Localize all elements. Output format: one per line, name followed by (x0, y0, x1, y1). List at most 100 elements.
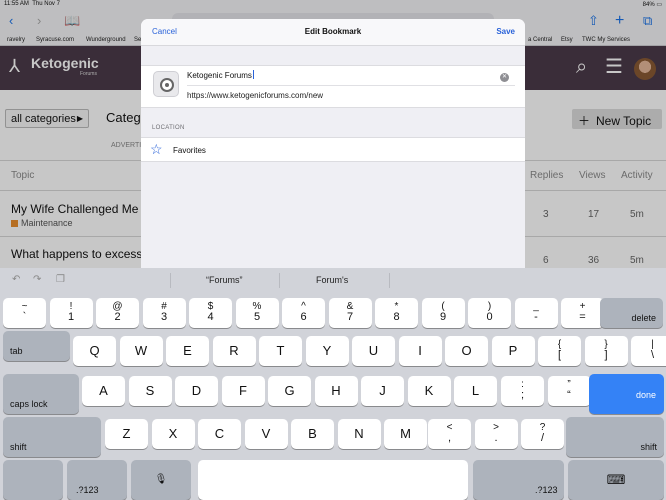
key-p[interactable]: P (491, 336, 535, 366)
key-0[interactable]: ) 0 (468, 298, 511, 328)
new-topic-button[interactable]: ＋ New Topic (572, 109, 662, 129)
cancel-button[interactable]: Cancel (152, 27, 177, 36)
location-row[interactable]: ☆ Favorites (141, 137, 525, 162)
search-icon[interactable]: ⌕ (576, 56, 587, 78)
key-y[interactable]: Y (305, 336, 349, 366)
key-“[interactable]: ” “ (547, 376, 591, 406)
key--[interactable]: _ - (514, 298, 558, 328)
shift-key-right[interactable]: shift (566, 417, 664, 457)
key-6[interactable]: ^ 6 (282, 298, 325, 328)
key-h[interactable]: H (314, 376, 358, 406)
key-l[interactable]: L (454, 376, 497, 406)
caps-lock-key[interactable]: caps lock (3, 374, 79, 414)
topic-title[interactable]: My Wife Challenged Me (11, 202, 138, 216)
key-w[interactable]: W (119, 336, 163, 366)
key-,[interactable]: <, (428, 419, 471, 449)
space-key[interactable] (198, 460, 468, 500)
key-k[interactable]: K (407, 376, 451, 406)
column-topic[interactable]: Topic (11, 170, 34, 181)
avatar[interactable] (634, 58, 656, 80)
bookmark-url-field[interactable]: https://www.ketogenicforums.com/new (187, 91, 323, 100)
chevron-right-icon[interactable]: › (37, 13, 41, 29)
shift-key-left[interactable]: shift (3, 417, 101, 457)
favorite-link[interactable]: Etsy (561, 37, 573, 43)
favorite-link[interactable]: TWC My Services (582, 37, 630, 43)
column-views[interactable]: Views (579, 170, 606, 181)
key-o[interactable]: O (445, 336, 488, 366)
numbers-key-left[interactable]: .?123 (67, 460, 127, 500)
key-v[interactable]: V (244, 419, 288, 449)
tab-key[interactable]: tab (3, 331, 70, 361)
key-5[interactable]: % 5 (235, 298, 279, 328)
key-9[interactable]: (9 (421, 298, 465, 328)
key-q[interactable]: Q (73, 336, 116, 366)
key-s[interactable]: S (128, 376, 172, 406)
key-`[interactable]: ~ ` (3, 298, 46, 328)
favorite-link[interactable]: ravelry (7, 37, 25, 43)
category-button[interactable]: all categories ▶ (5, 109, 89, 128)
activity-time[interactable]: 5m (630, 255, 644, 266)
key-7[interactable]: & 7 (328, 298, 372, 328)
undo-icon[interactable]: ↶ (12, 274, 20, 285)
share-icon[interactable]: ⇧ (588, 13, 599, 29)
key-j[interactable]: J (361, 376, 404, 406)
key-m[interactable]: M (384, 419, 427, 449)
key-b[interactable]: B (291, 419, 334, 449)
bookmark-form: Ketogenic Forums ✕ https://www.ketogenic… (141, 65, 525, 108)
key-;[interactable]: :; (501, 376, 544, 406)
key-a[interactable]: A (82, 376, 125, 406)
key-.[interactable]: >. (474, 419, 518, 449)
key-r[interactable]: R (212, 336, 256, 366)
clear-icon[interactable]: ✕ (500, 73, 509, 82)
favorite-link[interactable]: a Central (528, 37, 552, 43)
redo-icon[interactable]: ↷ (33, 274, 41, 285)
topic-title[interactable]: What happens to excess (11, 247, 142, 261)
chevron-left-icon[interactable]: ‹ (9, 13, 13, 29)
divider (389, 273, 390, 288)
numbers-key-right[interactable]: .?123 (473, 460, 564, 500)
tabs-icon[interactable]: ⧉ (643, 13, 652, 29)
triangle-right-icon: ▶ (76, 114, 83, 123)
key-n[interactable]: N (337, 419, 381, 449)
topic-tag[interactable]: Maintenance (11, 218, 73, 228)
delete-key[interactable]: delete (600, 298, 663, 328)
key-[[interactable]: {[ (538, 336, 581, 366)
favorite-link[interactable]: Wunderground (86, 37, 126, 43)
key-z[interactable]: Z (105, 419, 148, 449)
column-replies[interactable]: Replies (530, 170, 563, 181)
key-c[interactable]: C (198, 419, 241, 449)
suggestion-item[interactable]: “Forums” (206, 275, 243, 285)
key-8[interactable]: * 8 (375, 298, 418, 328)
suggestion-item[interactable]: Forum's (316, 275, 348, 285)
key-t[interactable]: T (259, 336, 302, 366)
save-button[interactable]: Save (496, 27, 515, 36)
activity-time[interactable]: 5m (630, 209, 644, 220)
key-\[interactable]: | \ (631, 336, 666, 366)
key-3[interactable]: #3 (142, 298, 186, 328)
key-f[interactable]: F (221, 376, 265, 406)
globe-key[interactable] (3, 460, 63, 500)
microphone-key[interactable]: 🎙 (131, 460, 191, 500)
key-u[interactable]: U (352, 336, 395, 366)
site-brand[interactable]: Ketogenic (31, 55, 99, 71)
plus-icon[interactable]: + (615, 13, 624, 29)
key-g[interactable]: G (268, 376, 311, 406)
done-key[interactable]: done (589, 374, 664, 414)
key-4[interactable]: $4 (189, 298, 232, 328)
key-d[interactable]: D (175, 376, 218, 406)
key-e[interactable]: E (166, 336, 209, 366)
bookmark-name-field[interactable]: Ketogenic Forums ✕ (187, 70, 515, 86)
key-i[interactable]: I (398, 336, 442, 366)
key-1[interactable]: ! 1 (49, 298, 93, 328)
hide-keyboard-key[interactable]: ⌨ (568, 460, 664, 500)
key-2[interactable]: @2 (96, 298, 139, 328)
book-icon[interactable]: 📖 (64, 13, 80, 29)
column-activity[interactable]: Activity (621, 170, 653, 181)
menu-icon[interactable]: ☰ (605, 56, 623, 78)
key-/[interactable]: ? / (521, 419, 564, 449)
key-=[interactable]: + = (561, 298, 604, 328)
favorite-link[interactable]: Syracuse.com (36, 37, 74, 43)
key-][interactable]: }] (584, 336, 628, 366)
key-x[interactable]: X (151, 419, 195, 449)
clipboard-icon[interactable]: ❐ (56, 274, 65, 285)
